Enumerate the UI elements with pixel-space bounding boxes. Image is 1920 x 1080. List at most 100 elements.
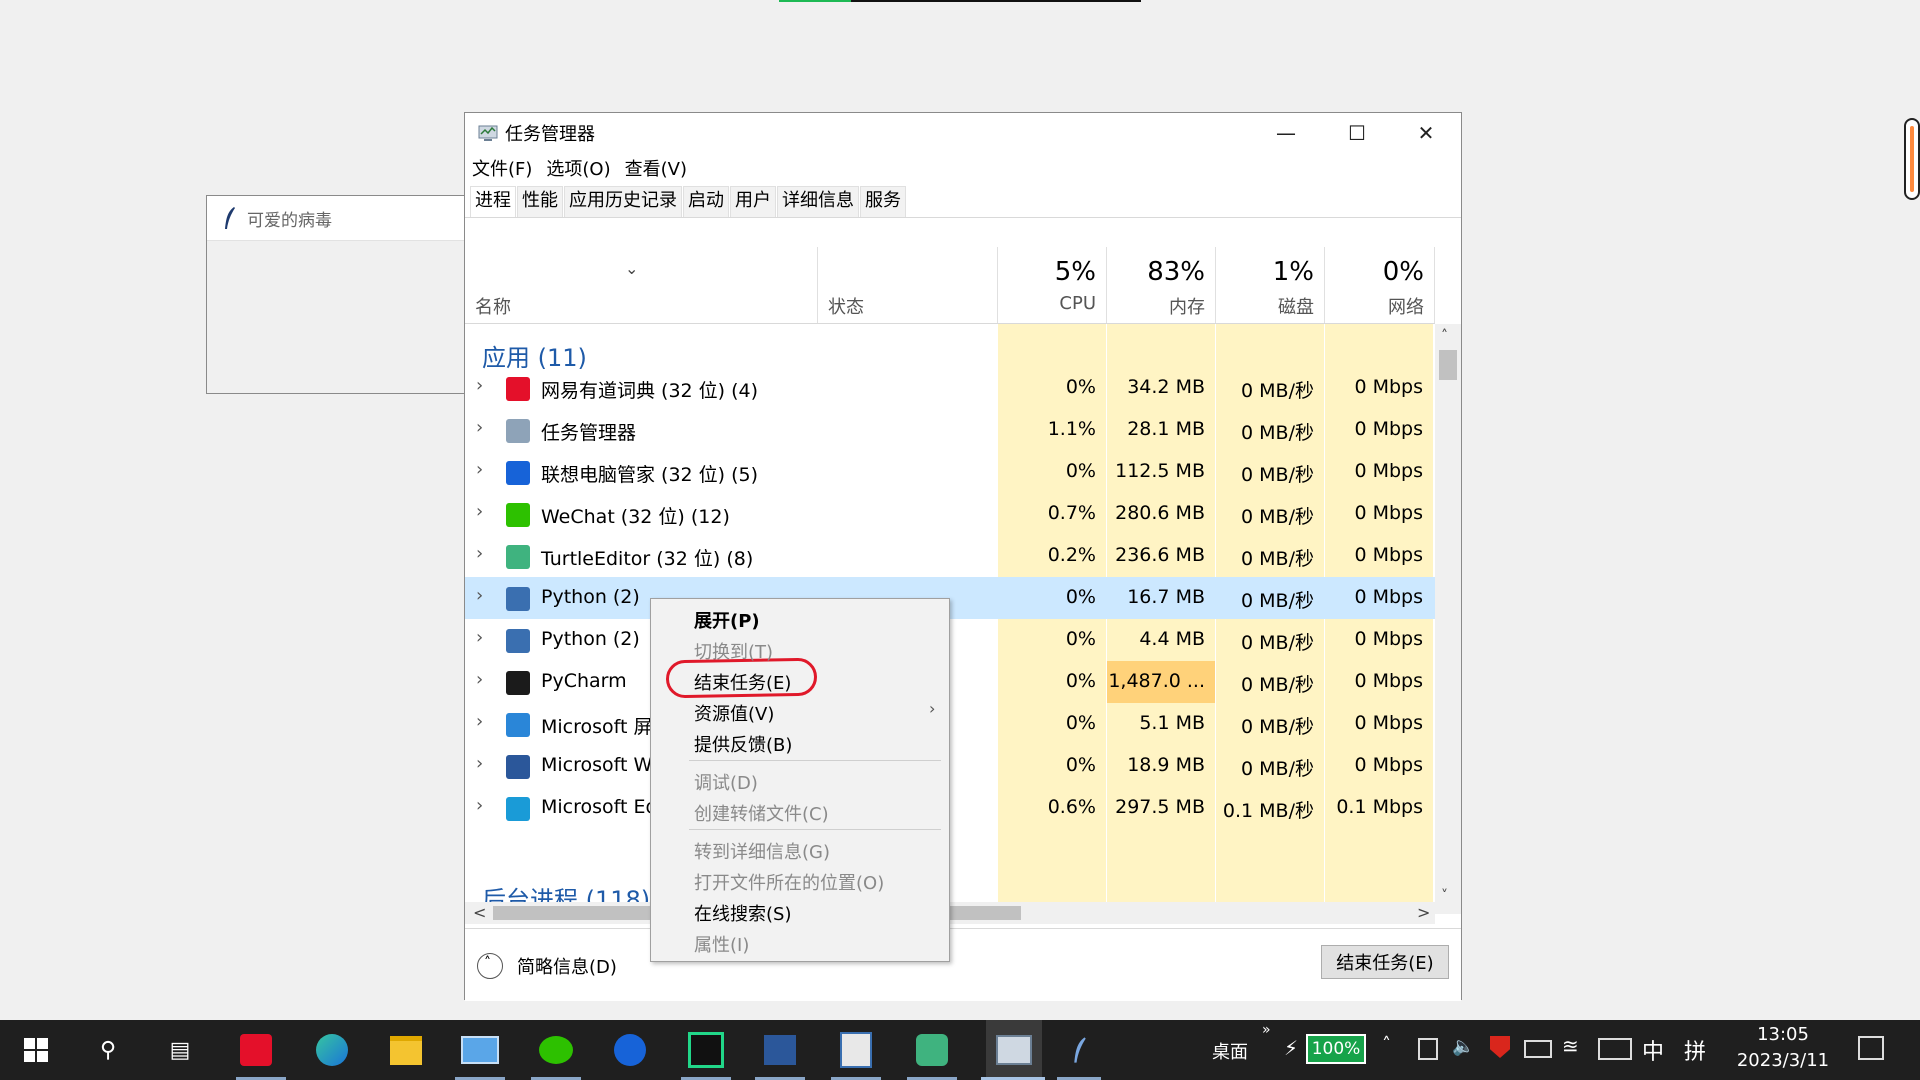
feather-taskbar-icon[interactable]	[1060, 1030, 1100, 1070]
end-task-button[interactable]: 结束任务(E)	[1321, 945, 1449, 979]
pycharm-taskbar-icon[interactable]	[686, 1030, 726, 1070]
menu-end-task[interactable]: 结束任务(E)	[694, 669, 791, 695]
table-row[interactable]: › Python (2) 0% 4.4 MB 0 MB/秒 0 Mbps	[465, 619, 1435, 661]
expand-chevron-icon[interactable]: ›	[476, 795, 483, 816]
menu-properties[interactable]: 属性(I)	[694, 931, 749, 957]
expand-chevron-icon[interactable]: ›	[476, 543, 483, 564]
menu-go-to-details[interactable]: 转到详细信息(G)	[694, 838, 830, 864]
task-view-icon[interactable]: ▤	[160, 1030, 200, 1070]
menu-create-dump[interactable]: 创建转储文件(C)	[694, 800, 829, 826]
horizontal-scrollbar[interactable]: < >	[465, 902, 1435, 924]
menu-file[interactable]: 文件(F)	[472, 155, 532, 181]
menu-search-online[interactable]: 在线搜索(S)	[694, 900, 791, 926]
youdao-taskbar-icon[interactable]	[236, 1030, 276, 1070]
expand-chevron-icon[interactable]: ›	[476, 417, 483, 438]
turtle-editor-taskbar-icon[interactable]	[912, 1030, 952, 1070]
task-manager-taskbar-icon[interactable]	[986, 1020, 1042, 1080]
table-row[interactable]: › 任务管理器 1.1% 28.1 MB 0 MB/秒 0 Mbps	[465, 409, 1435, 451]
keyboard-icon[interactable]	[1598, 1038, 1632, 1060]
tab-startup[interactable]: 启动	[683, 186, 729, 217]
ime-mode[interactable]: 中	[1642, 1034, 1664, 1066]
col-cpu[interactable]: 5% CPU	[998, 247, 1107, 323]
cpu-cell: 0%	[1065, 712, 1096, 734]
menu-open-file-location[interactable]: 打开文件所在的位置(O)	[694, 869, 884, 895]
expand-chevron-icon[interactable]: ›	[476, 669, 483, 690]
expand-chevron-icon[interactable]: ›	[476, 711, 483, 732]
wechat-taskbar-icon[interactable]	[536, 1030, 576, 1070]
snip-taskbar-icon[interactable]	[460, 1030, 500, 1070]
lenovo-taskbar-icon[interactable]	[610, 1030, 650, 1070]
desktop-label[interactable]: 桌面	[1212, 1038, 1248, 1064]
expand-chevron-icon[interactable]: ›	[476, 375, 483, 396]
scroll-down-icon[interactable]: ˅	[1441, 888, 1448, 904]
menu-debug[interactable]: 调试(D)	[694, 769, 758, 795]
col-network[interactable]: 0% 网络	[1325, 247, 1435, 323]
table-row[interactable]: › Microsoft 屏 0% 5.1 MB 0 MB/秒 0 Mbps	[465, 703, 1435, 745]
menu-view[interactable]: 查看(V)	[625, 155, 687, 181]
scroll-left-icon[interactable]: <	[473, 903, 486, 922]
fewer-details-link[interactable]: ˄ 简略信息(D)	[477, 953, 617, 979]
table-row[interactable]: › 网易有道词典 (32 位) (4) 0% 34.2 MB 0 MB/秒 0 Mbps	[465, 367, 1435, 409]
word-taskbar-icon[interactable]	[760, 1030, 800, 1070]
expand-chevron-icon[interactable]: ›	[476, 501, 483, 522]
expand-chevron-icon[interactable]: ›	[476, 627, 483, 648]
search-icon[interactable]: ⚲	[88, 1030, 128, 1070]
table-row[interactable]: › TurtleEditor (32 位) (8) 0.2% 236.6 MB 0 MB…	[465, 535, 1435, 577]
context-menu[interactable]: 展开(P) 切换到(T) 结束任务(E) 资源值(V) › 提供反馈(B) 调试…	[650, 598, 950, 962]
start-icon[interactable]	[16, 1030, 56, 1070]
wifi-icon[interactable]: ≊	[1562, 1034, 1579, 1058]
table-row[interactable]: › PyCharm 0% 1,487.0 ... 0 MB/秒 0 Mbps	[465, 661, 1435, 703]
clock-date[interactable]: 2023/3/11	[1728, 1050, 1838, 1071]
expand-chevron-icon[interactable]: ›	[476, 753, 483, 774]
notification-center-icon[interactable]	[1858, 1036, 1884, 1060]
menu-expand[interactable]: 展开(P)	[694, 607, 760, 633]
mcafee-icon[interactable]	[1490, 1036, 1510, 1058]
col-name[interactable]: ⌄ 名称	[465, 247, 818, 323]
vertical-scrollbar[interactable]: ˄ ˅	[1435, 324, 1461, 914]
file-explorer-icon[interactable]	[386, 1030, 426, 1070]
scroll-thumb[interactable]	[1439, 350, 1457, 380]
overflow-chevron-icon[interactable]: »	[1262, 1022, 1271, 1038]
ime-pinyin[interactable]: 拼	[1684, 1034, 1706, 1066]
tab-app-history[interactable]: 应用历史记录	[564, 186, 682, 217]
power-plug-icon[interactable]: ⚡	[1284, 1036, 1298, 1060]
tab-performance[interactable]: 性能	[517, 186, 563, 217]
task-manager-window[interactable]: 任务管理器 — ☐ ✕ 文件(F) 选项(O) 查看(V) 进程 性能 应用历史…	[464, 112, 1462, 1001]
expand-chevron-icon[interactable]: ›	[476, 459, 483, 480]
show-hidden-icons-icon[interactable]: ˄	[1382, 1034, 1391, 1055]
desktop-scroll-indicator[interactable]	[1904, 118, 1920, 200]
battery-tray-icon[interactable]	[1524, 1040, 1552, 1058]
close-button[interactable]: ✕	[1391, 113, 1461, 153]
table-row[interactable]: › 联想电脑管家 (32 位) (5) 0% 112.5 MB 0 MB/秒 0 Mbps	[465, 451, 1435, 493]
table-row[interactable]: › WeChat (32 位) (12) 0.7% 280.6 MB 0 MB/秒 0 M…	[465, 493, 1435, 535]
clock-time[interactable]: 13:05	[1738, 1024, 1828, 1045]
usb-icon[interactable]	[1418, 1038, 1438, 1060]
col-disk[interactable]: 1% 磁盘	[1216, 247, 1325, 323]
col-memory[interactable]: 83% 内存	[1107, 247, 1216, 323]
turtle-titlebar[interactable]: 可爱的病毒	[207, 196, 465, 241]
minimize-button[interactable]: —	[1251, 113, 1321, 153]
scroll-right-icon[interactable]: >	[1417, 903, 1430, 922]
table-row[interactable]: › Python (2) 0% 16.7 MB 0 MB/秒 0 Mbps	[465, 577, 1435, 619]
maximize-button[interactable]: ☐	[1322, 113, 1392, 153]
turtle-window[interactable]: 可爱的病毒	[206, 195, 466, 394]
menu-options[interactable]: 选项(O)	[546, 155, 610, 181]
python-taskbar-icon[interactable]	[836, 1030, 876, 1070]
scroll-up-icon[interactable]: ˄	[1441, 328, 1448, 344]
volume-icon[interactable]: 🔈	[1452, 1036, 1474, 1057]
table-row[interactable]: › Microsoft W 0% 18.9 MB 0 MB/秒 0 Mbps	[465, 745, 1435, 787]
tab-services[interactable]: 服务	[860, 186, 906, 217]
menu-feedback[interactable]: 提供反馈(B)	[694, 731, 792, 757]
process-list: 应用 (11) › 网易有道词典 (32 位) (4) 0% 34.2 MB 0 MB/…	[465, 324, 1435, 914]
tab-users[interactable]: 用户	[730, 186, 776, 217]
tab-details[interactable]: 详细信息	[777, 186, 859, 217]
menu-switch-to[interactable]: 切换到(T)	[694, 638, 773, 664]
table-row[interactable]: › Microsoft Ed 0.6% 297.5 MB 0.1 MB/秒 0.1 Mbp…	[465, 787, 1435, 829]
col-status[interactable]: 状态	[818, 247, 998, 323]
battery-indicator[interactable]: 100%	[1306, 1034, 1366, 1064]
expand-chevron-icon[interactable]: ›	[476, 585, 483, 606]
edge-taskbar-icon[interactable]	[312, 1030, 352, 1070]
tab-processes[interactable]: 进程	[470, 186, 516, 217]
disk-cell: 0 MB/秒	[1241, 632, 1314, 654]
menu-resource-values[interactable]: 资源值(V)	[694, 700, 774, 726]
